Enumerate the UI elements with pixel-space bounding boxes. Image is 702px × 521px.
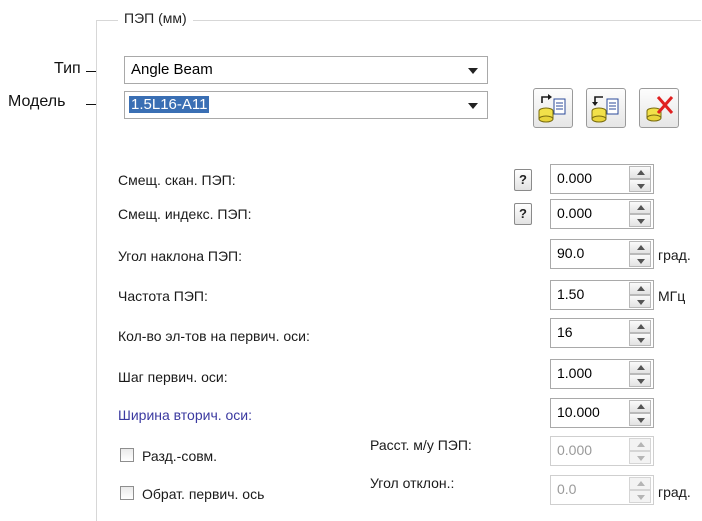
db-import-icon [538, 94, 566, 123]
index-offset-value: 0.000 [557, 205, 593, 221]
chevron-down-icon [468, 103, 478, 109]
callout-model: Модель [8, 93, 66, 110]
spin-down-icon[interactable] [629, 490, 651, 503]
label-primary-pitch: Шаг первич. оси: [118, 369, 228, 385]
label-frequency: Частота ПЭП: [118, 288, 208, 304]
spin-down-icon[interactable] [629, 333, 651, 346]
callout-type: Тип [54, 60, 81, 77]
primary-pitch-spinbox[interactable]: 1.000 [550, 359, 654, 389]
spin-up-icon[interactable] [629, 241, 651, 254]
pitch-catch-checkbox[interactable] [120, 448, 134, 462]
label-index-offset: Смещ. индекс. ПЭП: [118, 206, 252, 222]
spin-up-icon[interactable] [629, 361, 651, 374]
model-combo[interactable]: 1.5L16-A11 [124, 91, 488, 119]
probe-separation-spinbox[interactable]: 0.000 [550, 436, 654, 466]
skew-angle-spinbox[interactable]: 0.0 [550, 475, 654, 505]
spin-up-icon[interactable] [629, 201, 651, 214]
pitch-catch-label: Разд.-совм. [142, 448, 218, 464]
unit-degrees: град. [658, 247, 691, 263]
probe-separation-label: Расст. м/у ПЭП: [370, 437, 472, 453]
frequency-spinbox[interactable]: 1.50 [550, 280, 654, 310]
spin-down-icon[interactable] [629, 214, 651, 227]
unit-degrees-skew: град. [658, 484, 691, 500]
spin-down-icon[interactable] [629, 254, 651, 267]
element-count-value: 16 [557, 324, 573, 340]
db-export-icon [591, 96, 619, 123]
model-combo-value: 1.5L16-A11 [129, 96, 210, 113]
reverse-primary-checkbox[interactable] [120, 486, 134, 500]
label-secondary-width: Ширина вторич. оси: [118, 407, 253, 423]
label-scan-offset: Смещ. скан. ПЭП: [118, 172, 236, 188]
scan-offset-spinbox[interactable]: 0.000 [550, 164, 654, 194]
spin-down-icon[interactable] [629, 179, 651, 192]
secondary-width-spinbox[interactable]: 10.000 [550, 398, 654, 428]
spin-up-icon[interactable] [629, 400, 651, 413]
index-offset-spinbox[interactable]: 0.000 [550, 199, 654, 229]
group-title: ПЭП (мм) [118, 10, 193, 26]
type-combo-value: Angle Beam [131, 61, 213, 78]
spin-down-icon[interactable] [629, 295, 651, 308]
db-delete-icon [646, 96, 674, 122]
unit-mhz: МГц [658, 288, 686, 304]
help-index-offset-button[interactable]: ? [514, 203, 532, 225]
chevron-down-icon [468, 68, 478, 74]
delete-probe-button[interactable] [639, 88, 679, 128]
probe-separation-value: 0.000 [557, 442, 593, 458]
spin-up-icon[interactable] [629, 438, 651, 451]
spin-up-icon[interactable] [629, 320, 651, 333]
skew-angle-value: 0.0 [557, 481, 577, 497]
spin-up-icon[interactable] [629, 477, 651, 490]
frequency-value: 1.50 [557, 286, 585, 302]
scan-offset-value: 0.000 [557, 170, 593, 186]
spin-down-icon[interactable] [629, 413, 651, 426]
spin-up-icon[interactable] [629, 282, 651, 295]
type-combo[interactable]: Angle Beam [124, 56, 488, 84]
spin-down-icon[interactable] [629, 451, 651, 464]
spin-up-icon[interactable] [629, 166, 651, 179]
probe-angle-spinbox[interactable]: 90.0 [550, 239, 654, 269]
secondary-width-value: 10.000 [557, 404, 600, 420]
reverse-primary-label: Обрат. первич. ось [142, 486, 265, 502]
probe-angle-value: 90.0 [557, 245, 585, 261]
element-count-spinbox[interactable]: 16 [550, 318, 654, 348]
export-probe-button[interactable] [586, 88, 626, 128]
label-element-count: Кол-во эл-тов на первич. оси: [118, 328, 310, 344]
skew-angle-label: Угол отклон.: [370, 475, 455, 491]
help-scan-offset-button[interactable]: ? [514, 169, 532, 191]
spin-down-icon[interactable] [629, 374, 651, 387]
primary-pitch-value: 1.000 [557, 365, 593, 381]
label-probe-angle: Угол наклона ПЭП: [118, 248, 242, 264]
import-probe-button[interactable] [533, 88, 573, 128]
